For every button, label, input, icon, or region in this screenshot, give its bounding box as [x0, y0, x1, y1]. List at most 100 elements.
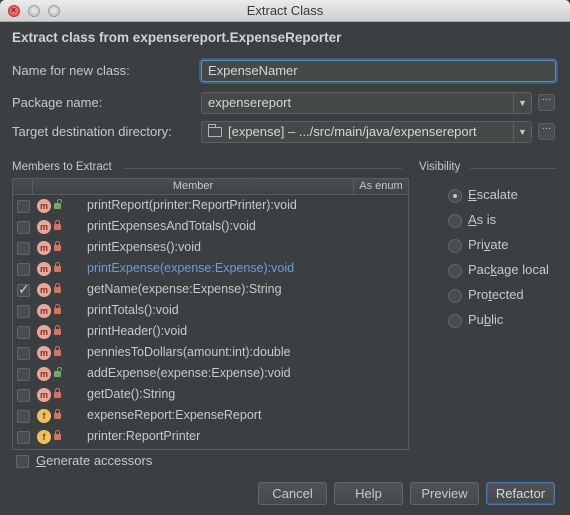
private-lock-icon — [54, 409, 61, 419]
preview-button[interactable]: Preview — [410, 482, 479, 505]
members-table: Member As enum m printReport(printer:Repo… — [12, 178, 409, 450]
private-lock-icon — [54, 388, 61, 398]
visibility-section-label: Visibility — [419, 161, 461, 173]
member-signature: printExpensesAndTotals():void — [87, 219, 256, 233]
private-lock-icon — [54, 241, 61, 251]
public-lock-icon — [54, 199, 62, 209]
visibility-option-label[interactable]: Escalate — [468, 187, 518, 202]
package-browse-button[interactable]: ··· — [538, 94, 555, 111]
method-icon: m — [37, 325, 51, 339]
private-lock-icon — [54, 304, 61, 314]
visibility-option-label[interactable]: Public — [468, 312, 503, 327]
method-icon: m — [37, 367, 51, 381]
generate-accessors-checkbox[interactable] — [16, 455, 29, 468]
title-bar: × Extract Class — [0, 0, 570, 22]
member-row[interactable]: f expenseReport:ExpenseReport — [13, 406, 408, 427]
visibility-option-label[interactable]: Private — [468, 237, 508, 252]
visibility-option-label[interactable]: Protected — [468, 287, 524, 302]
public-lock-icon — [54, 367, 62, 377]
member-signature: printTotals():void — [87, 303, 179, 317]
ellipsis-icon: ··· — [541, 94, 552, 105]
target-directory-label: Target destination directory: — [12, 124, 172, 139]
chevron-down-icon[interactable]: ▼ — [513, 122, 531, 142]
method-icon: m — [37, 346, 51, 360]
generate-accessors-mnemonic: G — [36, 453, 47, 468]
target-directory-combo[interactable]: [expense] – .../src/main/java/expenserep… — [201, 121, 532, 143]
member-checkbox[interactable] — [17, 431, 30, 444]
window-title: Extract Class — [246, 3, 324, 18]
private-lock-icon — [54, 262, 61, 272]
column-header-check[interactable] — [13, 179, 33, 194]
member-row[interactable]: m printHeader():void — [13, 322, 408, 343]
visibility-option-label[interactable]: Package local — [468, 262, 549, 277]
member-row[interactable]: m getName(expense:Expense):String — [13, 280, 408, 301]
package-name-combo[interactable]: expensereport ▼ — [201, 92, 532, 114]
private-lock-icon — [54, 325, 61, 335]
method-icon: m — [37, 388, 51, 402]
member-signature: printReport(printer:ReportPrinter):void — [87, 198, 297, 212]
column-header-as-enum[interactable]: As enum — [353, 179, 408, 194]
dialog-heading: Extract class from expensereport.Expense… — [12, 30, 342, 45]
private-lock-icon — [54, 346, 61, 356]
member-checkbox[interactable] — [17, 389, 30, 402]
method-icon: m — [37, 241, 51, 255]
visibility-option-label[interactable]: As is — [468, 212, 496, 227]
member-row[interactable]: m printExpenses():void — [13, 238, 408, 259]
member-signature: addExpense(expense:Expense):void — [87, 366, 291, 380]
member-row[interactable]: m addExpense(expense:Expense):void — [13, 364, 408, 385]
member-row[interactable]: m printExpense(expense:Expense):void — [13, 259, 408, 280]
member-row[interactable]: m printTotals():void — [13, 301, 408, 322]
member-signature: printer:ReportPrinter — [87, 429, 201, 443]
visibility-radio[interactable] — [448, 239, 462, 253]
private-lock-icon — [54, 220, 61, 230]
method-icon: m — [37, 304, 51, 318]
member-checkbox[interactable] — [17, 281, 30, 298]
help-button[interactable]: Help — [334, 482, 403, 505]
visibility-radio[interactable] — [448, 289, 462, 303]
member-checkbox[interactable] — [17, 221, 30, 234]
method-icon: m — [37, 199, 51, 213]
method-icon: m — [37, 262, 51, 276]
column-header-member[interactable]: Member — [33, 180, 353, 192]
visibility-radio[interactable] — [448, 214, 462, 228]
member-checkbox[interactable] — [17, 263, 30, 276]
package-label: Package name: — [12, 95, 103, 110]
members-section-label: Members to Extract — [12, 161, 112, 173]
method-icon: m — [37, 220, 51, 234]
refactor-button[interactable]: Refactor — [486, 482, 555, 505]
target-directory-browse-button[interactable]: ··· — [538, 123, 555, 140]
visibility-radio[interactable] — [448, 264, 462, 278]
member-signature: printExpense(expense:Expense):void — [87, 261, 295, 275]
member-checkbox[interactable] — [17, 410, 30, 423]
member-row[interactable]: m printExpensesAndTotals():void — [13, 217, 408, 238]
member-signature: getDate():String — [87, 387, 176, 401]
field-icon: f — [37, 409, 51, 423]
member-signature: penniesToDollars(amount:int):double — [87, 345, 291, 359]
member-signature: printExpenses():void — [87, 240, 201, 254]
member-row[interactable]: m getDate():String — [13, 385, 408, 406]
visibility-radio[interactable] — [448, 314, 462, 328]
target-directory-value: [expense] – .../src/main/java/expenserep… — [228, 124, 477, 139]
member-checkbox[interactable] — [17, 305, 30, 318]
member-signature: getName(expense:Expense):String — [87, 282, 282, 296]
new-class-name-field[interactable]: ExpenseNamer — [201, 60, 556, 82]
chevron-down-icon[interactable]: ▼ — [513, 93, 531, 113]
generate-accessors-label[interactable]: Generate accessors — [36, 453, 152, 468]
name-label: Name for new class: — [12, 63, 130, 78]
member-checkbox[interactable] — [17, 326, 30, 339]
member-checkbox[interactable] — [17, 347, 30, 360]
visibility-divider — [470, 168, 557, 169]
member-row[interactable]: f printer:ReportPrinter — [13, 427, 408, 448]
ellipsis-icon: ··· — [541, 123, 552, 134]
members-divider — [123, 168, 402, 169]
member-row[interactable]: m penniesToDollars(amount:int):double — [13, 343, 408, 364]
field-icon: f — [37, 430, 51, 444]
member-signature: expenseReport:ExpenseReport — [87, 408, 262, 422]
member-checkbox[interactable] — [17, 200, 30, 213]
member-checkbox[interactable] — [17, 368, 30, 381]
member-row[interactable]: m printReport(printer:ReportPrinter):void — [13, 196, 408, 217]
member-signature: printHeader():void — [87, 324, 188, 338]
member-checkbox[interactable] — [17, 242, 30, 255]
cancel-button[interactable]: Cancel — [258, 482, 327, 505]
visibility-radio[interactable] — [448, 189, 462, 203]
